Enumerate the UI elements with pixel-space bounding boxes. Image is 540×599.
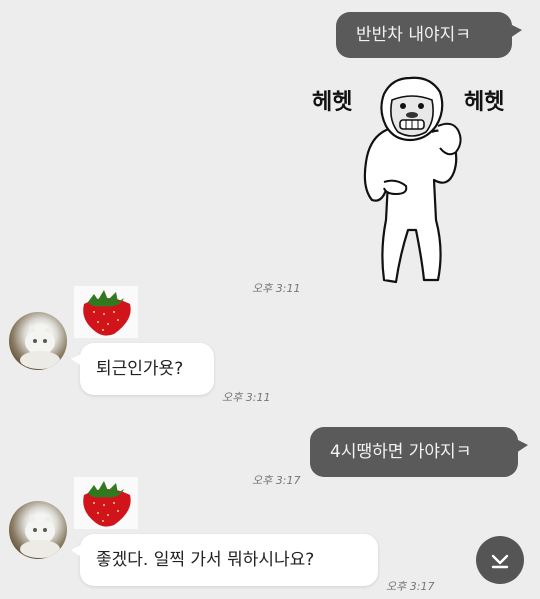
message-text: 반반차 내야지ㅋ <box>356 24 471 45</box>
cat-icon <box>20 324 60 369</box>
scroll-to-bottom-button[interactable] <box>476 536 524 584</box>
incoming-message[interactable]: 퇴근인가욧? <box>71 343 214 395</box>
gorilla-icon <box>363 76 462 284</box>
gorilla-sticker[interactable]: 헤헷 헤헷 <box>300 70 530 295</box>
message-text: 4시땡하면 가야지ㅋ <box>330 441 472 462</box>
message-time: 오후 3:11 <box>252 282 301 295</box>
chevron-down-icon <box>491 554 509 569</box>
message-text: 좋겠다. 일찍 가서 뭐하시나요? <box>96 549 315 570</box>
cat-avatar[interactable] <box>9 312 67 370</box>
message-time: 오후 3:11 <box>222 391 271 404</box>
incoming-message[interactable]: 좋겠다. 일찍 가서 뭐하시나요? <box>71 534 378 586</box>
message-text: 퇴근인가욧? <box>96 358 184 379</box>
cat-avatar[interactable] <box>9 501 67 559</box>
cat-icon <box>20 513 60 558</box>
message-time: 오후 3:17 <box>386 580 435 593</box>
message-time: 오후 3:17 <box>252 474 301 487</box>
strawberry-icon <box>74 477 138 529</box>
outgoing-message[interactable]: 4시땡하면 가야지ㅋ <box>310 427 528 477</box>
strawberry-icon <box>74 286 138 338</box>
outgoing-message[interactable]: 반반차 내야지ㅋ <box>336 12 522 58</box>
